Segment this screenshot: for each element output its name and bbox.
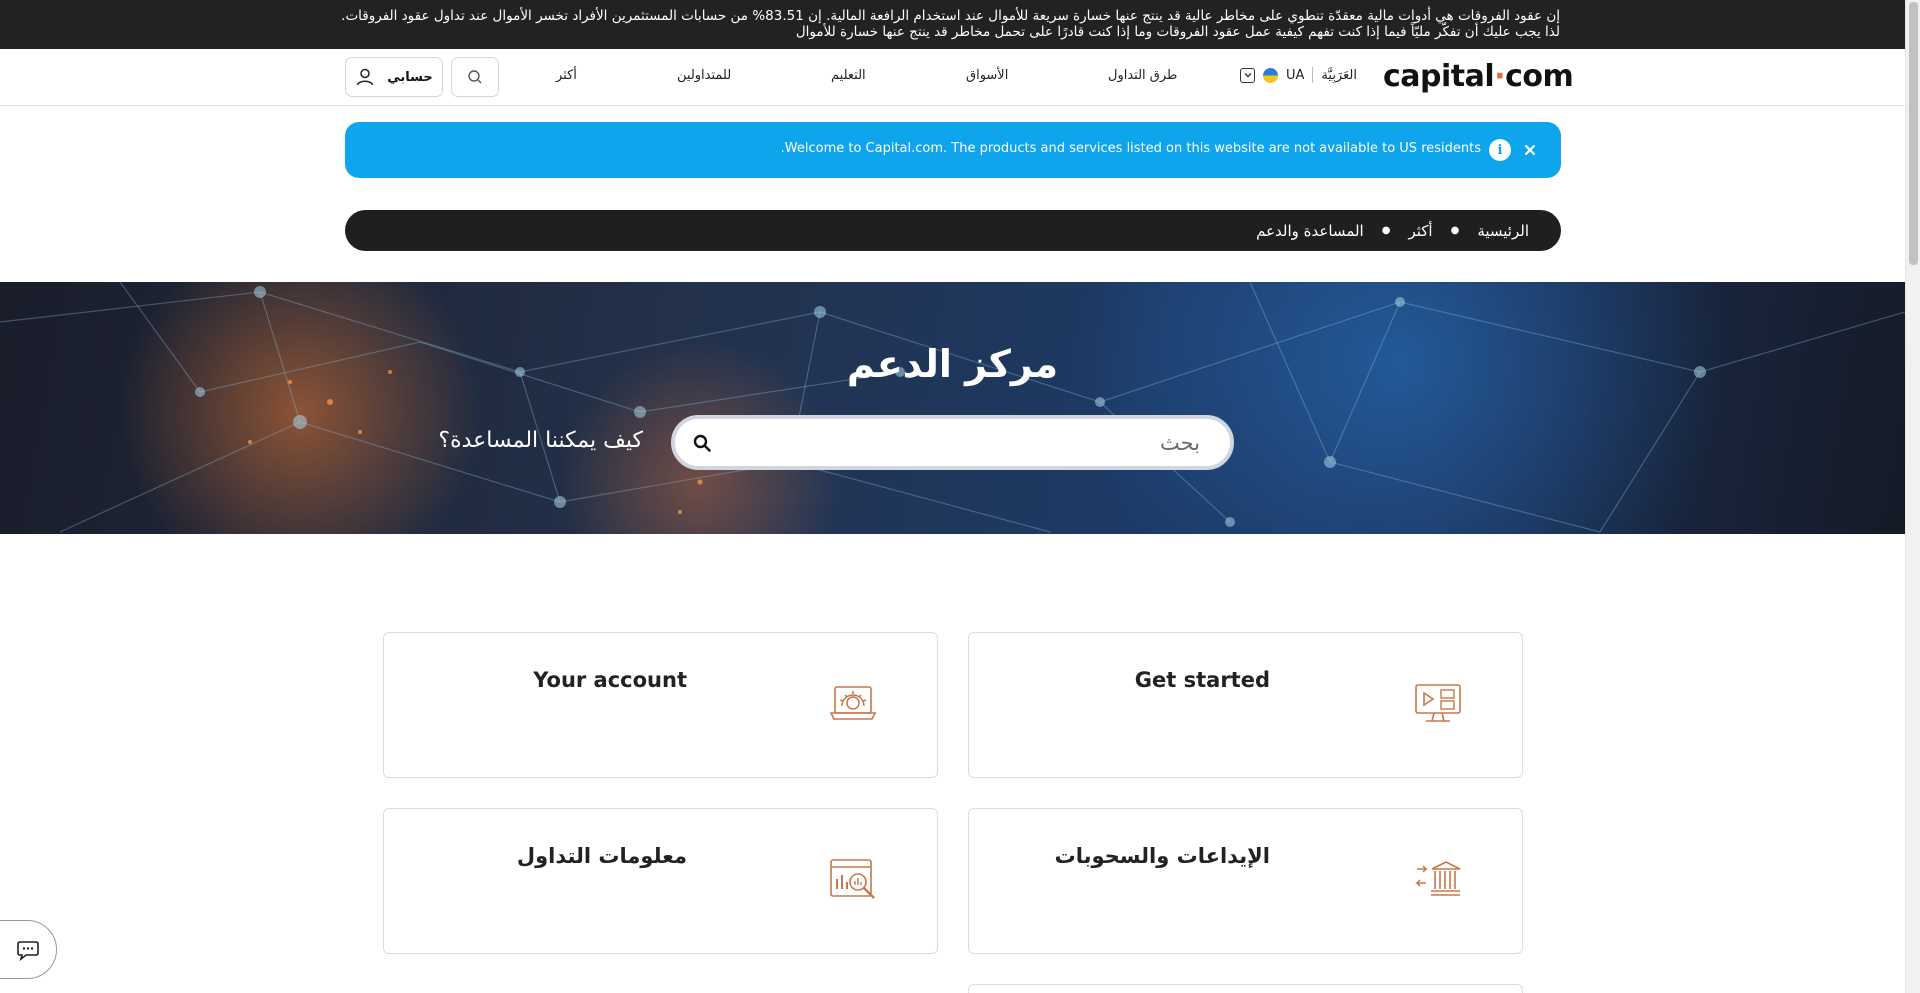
support-hero: مركز الدعم كيف يمكننا المساعدة؟	[0, 282, 1905, 534]
chat-bubble-icon	[16, 940, 39, 961]
breadcrumb-separator: ●	[1450, 225, 1460, 236]
risk-warning-text: إن عقود الفروقات هي أدوات مالية معقدّة ت…	[341, 8, 1560, 40]
breadcrumb-more[interactable]: أكثر	[1408, 222, 1432, 240]
close-icon[interactable]	[1519, 139, 1541, 161]
language-region-selector[interactable]: UA العَرَبِيَّة	[1240, 67, 1357, 83]
risk-warning-banner: إن عقود الفروقات هي أدوات مالية معقدّة ت…	[0, 0, 1905, 49]
breadcrumb-current: المساعدة والدعم	[1256, 221, 1364, 240]
support-search-box	[671, 415, 1234, 470]
user-icon	[357, 68, 374, 86]
category-card-get-started[interactable]: Get started	[968, 632, 1523, 778]
scrollbar-thumb[interactable]	[1909, 2, 1918, 265]
nav-ways-to-trade[interactable]: طرق التداول	[1108, 68, 1177, 83]
breadcrumb-home[interactable]: الرئيسية	[1477, 222, 1529, 240]
divider	[1312, 67, 1314, 83]
logo-main-text: capital	[1383, 59, 1495, 94]
search-icon	[693, 434, 711, 452]
ukraine-flag-icon	[1263, 67, 1278, 83]
category-card-your-account[interactable]: Your account	[383, 632, 938, 778]
nav-markets[interactable]: الأسواق	[966, 68, 1008, 83]
support-search-input[interactable]	[760, 427, 1200, 459]
card-title: Get started	[1134, 668, 1270, 692]
search-icon	[468, 70, 482, 84]
us-residents-notice: i Welcome to Capital.com. The products a…	[345, 122, 1561, 178]
my-account-label: حسابي	[387, 69, 433, 85]
laptop-gear-icon	[829, 686, 877, 720]
page-scrollbar[interactable]	[1905, 0, 1920, 993]
bank-transfer-icon	[1415, 861, 1461, 896]
chevron-down-icon	[1240, 67, 1255, 83]
language-label: العَرَبِيَّة	[1321, 67, 1357, 83]
site-header: capital·com UA العَرَبِيَّة طرق التداول …	[0, 49, 1905, 106]
category-card-deposits-withdrawals[interactable]: الإيداعات والسحوبات	[968, 808, 1523, 954]
card-title: معلومات التداول	[516, 844, 687, 868]
region-code: UA	[1286, 67, 1305, 83]
info-icon: i	[1489, 139, 1511, 161]
page-title: مركز الدعم	[846, 342, 1059, 386]
nav-for-traders[interactable]: للمتداولين	[677, 68, 731, 83]
my-account-button[interactable]: حسابي	[345, 57, 443, 97]
notice-text: Welcome to Capital.com. The products and…	[780, 141, 1481, 156]
logo-dot: ·	[1494, 59, 1506, 94]
header-search-button[interactable]	[451, 57, 499, 97]
category-card-trading-information[interactable]: معلومات التداول	[383, 808, 938, 954]
help-question: كيف يمكننا المساعدة؟	[438, 428, 643, 453]
nav-more[interactable]: أكثر	[556, 68, 577, 83]
logo-suffix-text: com	[1505, 59, 1574, 94]
category-card-partial[interactable]	[968, 984, 1523, 993]
video-screen-icon	[1415, 684, 1461, 722]
breadcrumb: الرئيسية ● أكثر ● المساعدة والدعم	[345, 210, 1561, 251]
chart-magnifier-icon	[830, 859, 875, 899]
breadcrumb-separator: ●	[1381, 225, 1391, 236]
search-submit-button[interactable]	[690, 431, 714, 455]
live-chat-button[interactable]	[0, 920, 57, 979]
nav-education[interactable]: التعليم	[831, 68, 866, 83]
card-title: Your account	[533, 668, 687, 692]
card-title: الإيداعات والسحوبات	[1054, 844, 1270, 868]
network-background-image	[0, 282, 1905, 533]
capital-com-logo[interactable]: capital·com	[1383, 59, 1574, 94]
